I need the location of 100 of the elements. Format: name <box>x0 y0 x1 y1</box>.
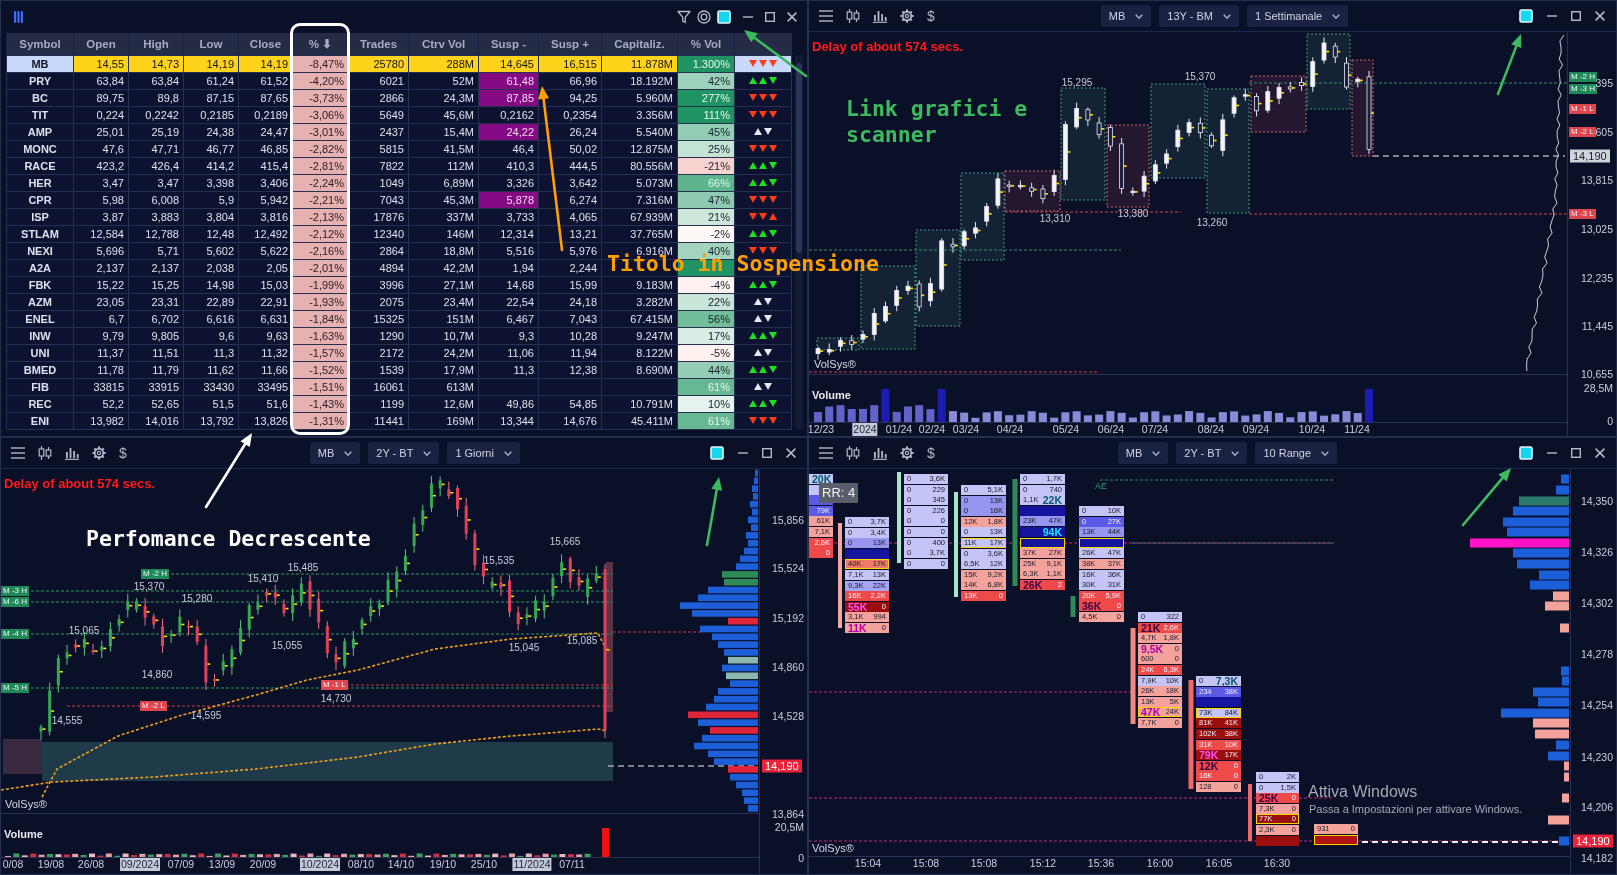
price-label: 14,730 <box>320 692 352 704</box>
bar-chart-icon[interactable] <box>65 446 79 460</box>
candlestick <box>1321 36 1329 65</box>
symbol-dropdown[interactable]: MB <box>309 442 361 464</box>
price-axis-label: 14,230 <box>1580 751 1613 763</box>
bar-chart-icon[interactable] <box>873 446 887 460</box>
maximize-icon[interactable] <box>1571 11 1581 21</box>
column-header[interactable]: Symbol <box>6 33 74 55</box>
minimize-icon[interactable] <box>743 15 753 18</box>
volume-bar <box>1072 411 1081 422</box>
volume-bar <box>1162 415 1171 422</box>
scrollbar-thumb[interactable] <box>796 63 802 253</box>
interval-dropdown[interactable]: 1 Settimanale <box>1246 5 1349 27</box>
maximize-icon[interactable] <box>1571 448 1581 458</box>
volume-bar <box>903 406 912 422</box>
price-label: 15,370 <box>1184 70 1216 82</box>
volume-bar <box>1095 414 1104 422</box>
price-axis-label: 14,278 <box>1580 648 1613 660</box>
close-icon[interactable] <box>1595 448 1605 458</box>
level-tag: M -3 L <box>1569 209 1596 219</box>
column-header[interactable]: Low <box>183 33 239 55</box>
symbol-dropdown[interactable]: MB <box>1117 442 1169 464</box>
time-axis-label: 08/24 <box>1196 423 1226 436</box>
range-dropdown[interactable]: 2Y - BT <box>1176 442 1248 464</box>
link-toggle-icon[interactable] <box>717 9 731 24</box>
price-axis-label: 15,192 <box>771 612 804 624</box>
chevron-down-icon <box>1135 13 1144 19</box>
range-dropdown[interactable]: 13Y - BM <box>1159 5 1239 27</box>
table-cell[interactable]: MB <box>6 55 74 72</box>
column-header[interactable]: Open <box>73 33 129 55</box>
volume-bar <box>1230 411 1239 422</box>
volume-bar <box>1331 414 1340 422</box>
menu-icon[interactable] <box>11 447 25 459</box>
column-header[interactable]: % Vol <box>677 33 735 55</box>
column-header[interactable]: Capitaliz. <box>601 33 678 55</box>
currency-button[interactable]: $ <box>927 445 935 461</box>
time-axis-label: 11/2024 <box>512 858 552 871</box>
interval-dropdown[interactable]: 10 Range <box>1255 442 1338 464</box>
close-icon[interactable] <box>787 11 797 22</box>
menu-icon[interactable] <box>819 447 833 459</box>
close-icon[interactable] <box>1595 11 1605 21</box>
time-axis-label: 10/2024 <box>300 858 340 871</box>
column-header[interactable]: Susp + <box>538 33 602 55</box>
price-label: 15,065 <box>68 624 100 636</box>
menu-icon[interactable] <box>819 10 833 22</box>
price-label: 13,380 <box>1117 207 1149 219</box>
settings-icon[interactable] <box>900 446 914 460</box>
currency-button[interactable]: $ <box>927 8 935 24</box>
settings-icon[interactable] <box>900 9 914 23</box>
candlestick <box>1220 113 1228 157</box>
target-icon[interactable] <box>697 9 711 24</box>
maximize-icon[interactable] <box>765 11 775 22</box>
candlestick-icon[interactable] <box>846 446 860 460</box>
volume-bar <box>926 409 935 422</box>
currency-button[interactable]: $ <box>119 445 127 461</box>
table-cell: 16,515 <box>538 55 602 72</box>
column-header[interactable]: % ⬇ <box>292 33 349 55</box>
time-axis-label: 15:08 <box>969 857 999 870</box>
column-header[interactable]: Close <box>238 33 293 55</box>
range-dropdown[interactable]: 2Y - BT <box>368 442 440 464</box>
activation-message: Passa a Impostazioni per attivare Windows. <box>1309 803 1523 816</box>
interval-dropdown[interactable]: 1 Giorni <box>447 442 520 464</box>
candlestick <box>1344 56 1352 91</box>
candlestick <box>1107 124 1116 152</box>
column-header[interactable]: Susp - <box>478 33 539 55</box>
profile-bar <box>1560 623 1569 633</box>
filter-icon[interactable] <box>677 9 691 24</box>
bid-volume: 36K <box>1082 601 1102 612</box>
volume-bar <box>1297 412 1306 422</box>
candlestick-icon[interactable] <box>846 9 860 23</box>
bar-chart-icon[interactable] <box>873 9 887 23</box>
arrow <box>744 30 808 78</box>
candlestick-icon[interactable] <box>38 446 52 460</box>
time-axis-label: 12/23 <box>809 423 836 436</box>
table-cell: 1.300% <box>677 55 735 72</box>
price-label: 14,595 <box>190 709 222 721</box>
level-tag: M -5 H <box>1 683 29 693</box>
price-axis-label: 11,445 <box>1581 320 1613 332</box>
time-axis-label: 14/10 <box>386 858 416 871</box>
link-toggle-icon[interactable] <box>1519 9 1533 23</box>
time-axis-label: 05/24 <box>1051 423 1081 436</box>
volume-bar <box>836 405 845 422</box>
close-icon[interactable] <box>786 448 796 458</box>
candlestick <box>905 280 913 296</box>
settings-icon[interactable] <box>92 446 106 460</box>
candlestick <box>916 279 925 312</box>
link-toggle-icon[interactable] <box>1519 446 1533 460</box>
table-cell: 25780 <box>348 55 409 72</box>
link-toggle-icon[interactable] <box>710 446 724 460</box>
volume-bar <box>1286 417 1295 422</box>
maximize-icon[interactable] <box>762 448 772 458</box>
candlestick <box>1231 95 1240 118</box>
candlestick <box>1299 76 1307 92</box>
column-header[interactable]: Ctrv Vol <box>408 33 479 55</box>
candlestick <box>1074 102 1082 130</box>
column-header[interactable]: High <box>128 33 184 55</box>
symbol-dropdown[interactable]: MB <box>1100 5 1152 27</box>
app-logo-icon[interactable] <box>14 10 23 23</box>
time-axis-label: 19/10 <box>428 858 458 871</box>
column-header[interactable]: Trades <box>348 33 409 55</box>
